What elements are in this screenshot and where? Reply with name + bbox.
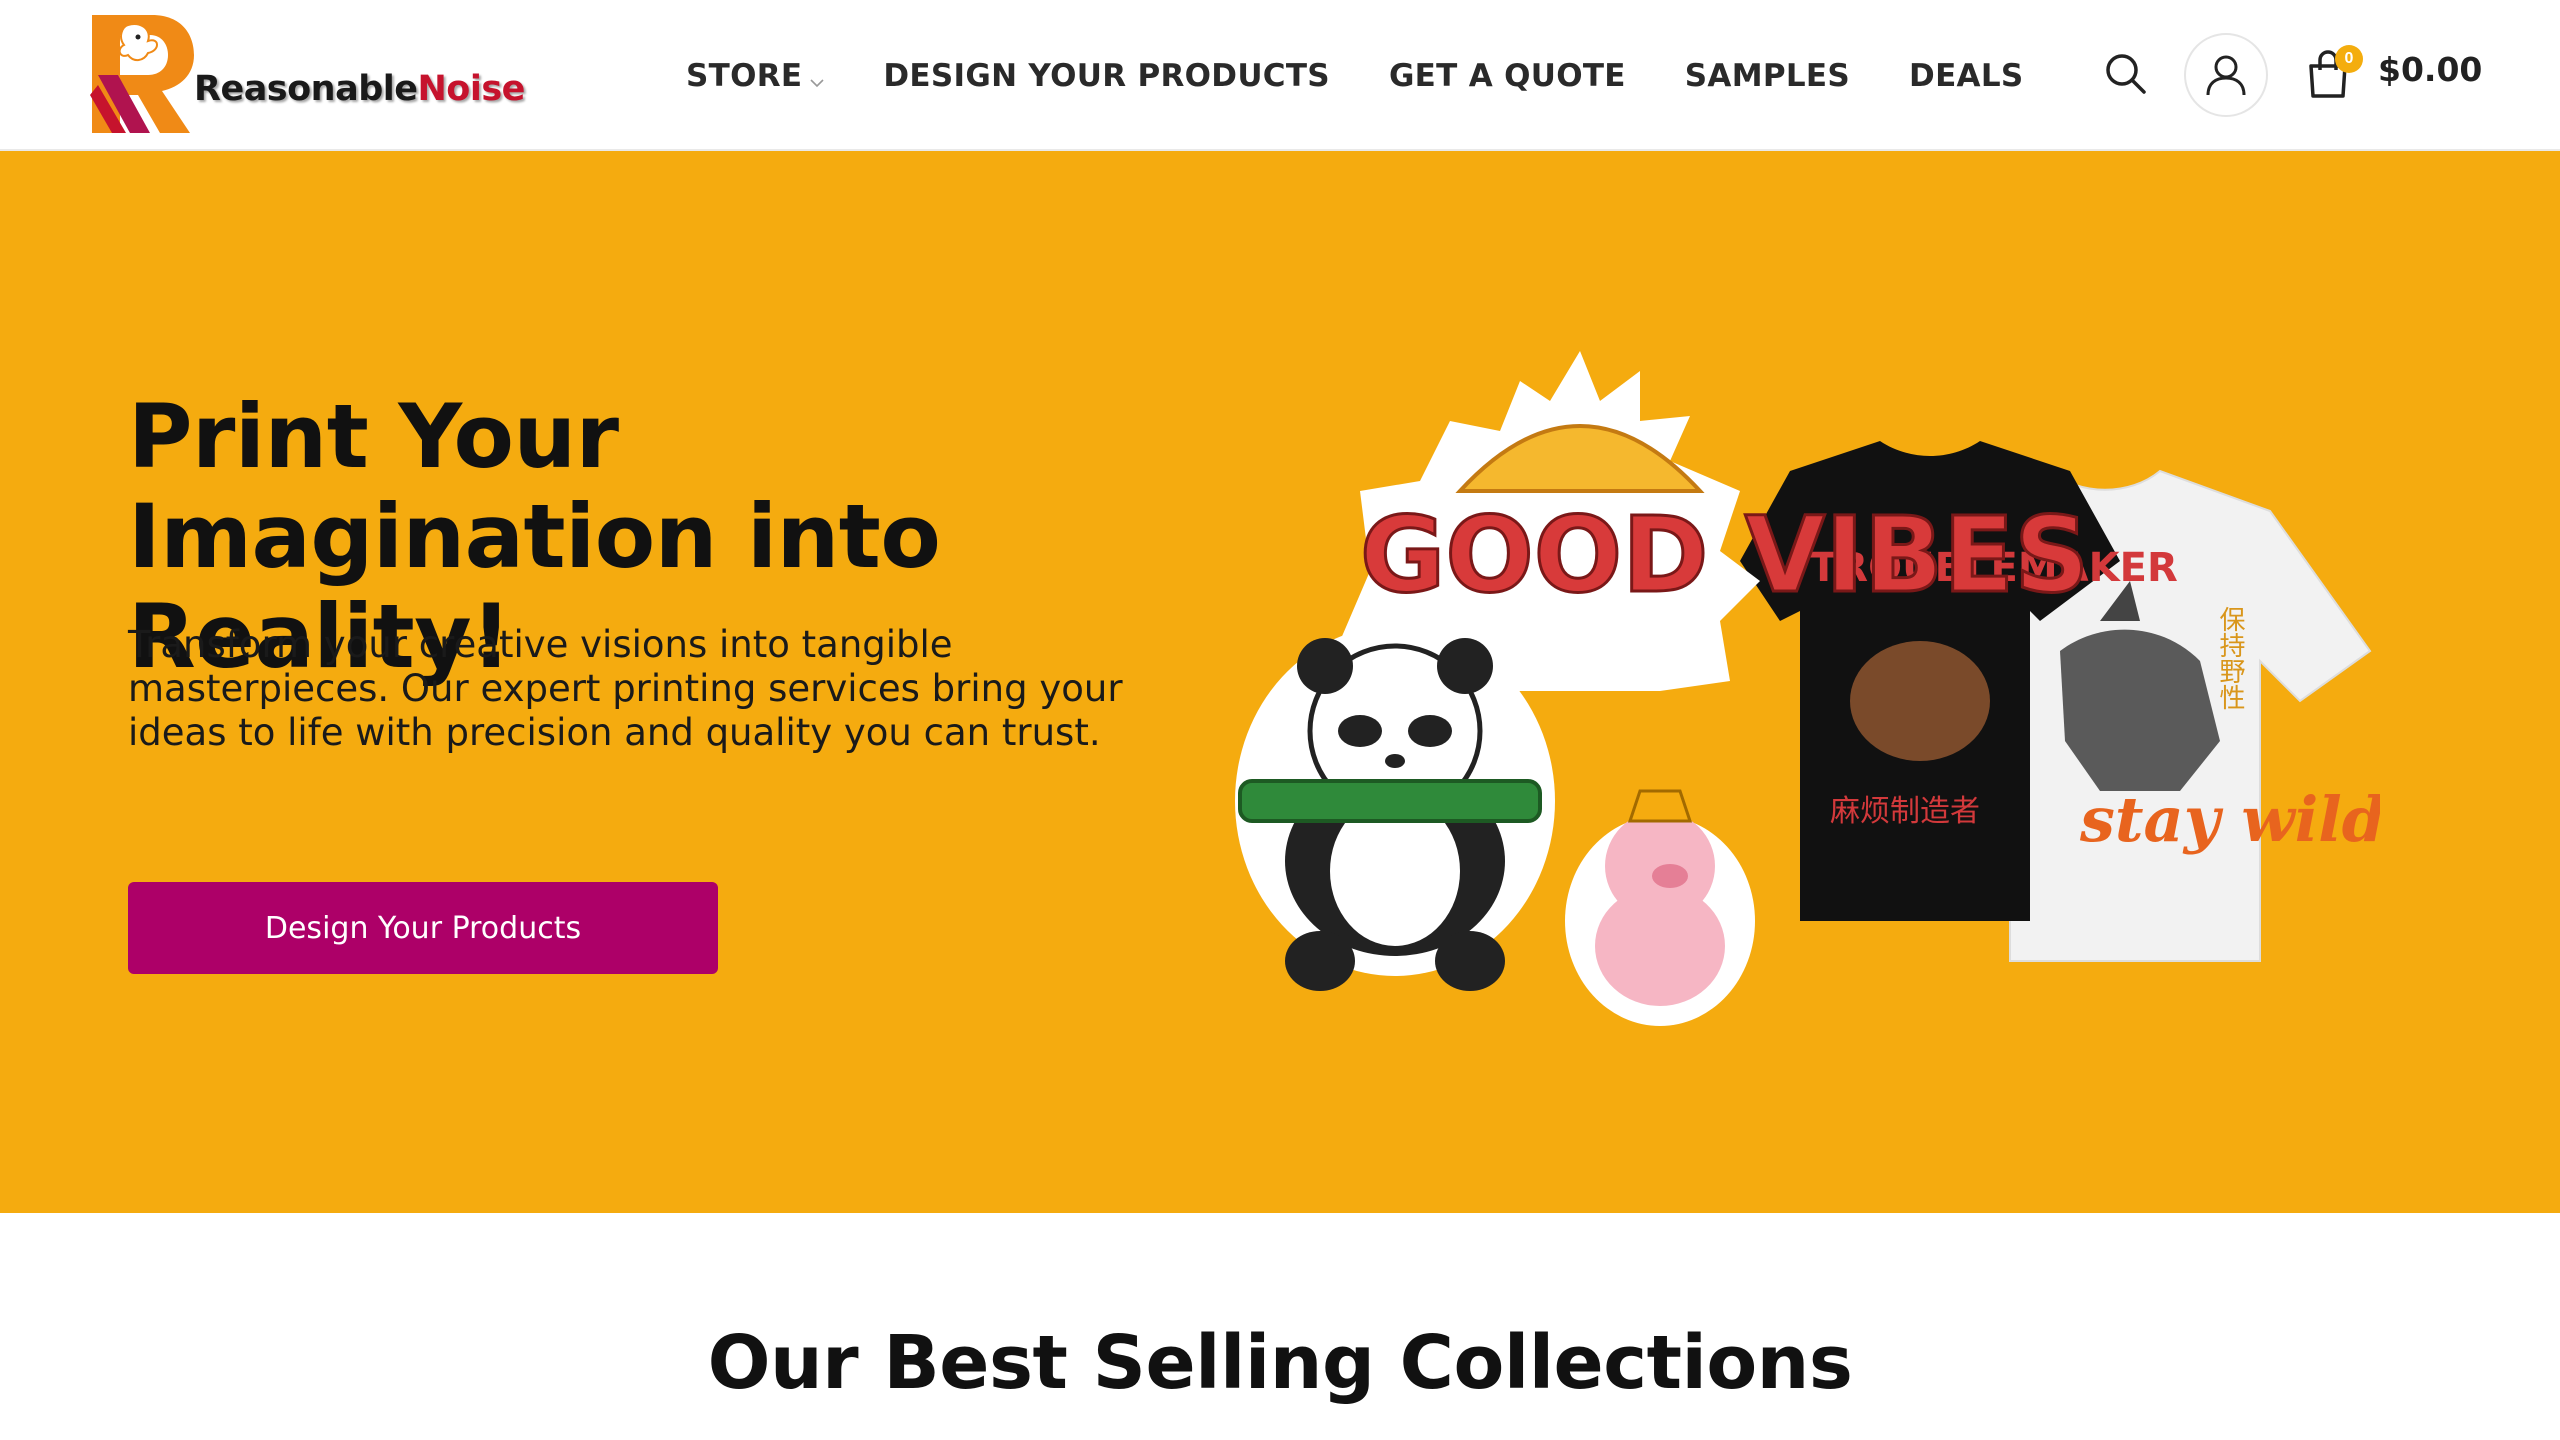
nav-item-store[interactable]: STORE xyxy=(686,56,824,96)
shirt-print-chinese-2: 保持野性 xyxy=(2215,606,2245,710)
pig-sticker xyxy=(1565,789,1755,1026)
logo-mark-icon xyxy=(90,15,200,133)
nav-item-get-a-quote[interactable]: GET A QUOTE xyxy=(1389,58,1626,94)
nav-item-label: GET A QUOTE xyxy=(1388,57,1626,94)
brand-name-part2: Noise xyxy=(417,69,526,109)
site-header: ReasonableNoise STORE DESIGN YOUR PRODUC… xyxy=(0,0,2560,151)
cart-count-badge: 0 xyxy=(2335,45,2363,73)
nav-item-label: DESIGN YOUR PRODUCTS xyxy=(883,57,1330,94)
nav-item-deals[interactable]: DEALS xyxy=(1909,58,2023,94)
account-button[interactable] xyxy=(2184,33,2268,117)
nav-item-label: DEALS xyxy=(1909,57,2024,94)
nav-item-samples[interactable]: SAMPLES xyxy=(1685,58,1850,94)
cart-total[interactable]: $0.00 xyxy=(2378,50,2482,89)
chevron-down-icon xyxy=(810,60,824,96)
hero-product-illustration: stay wild 保持野性 TROUBLEMAKER 麻烦制造者 GOOD V… xyxy=(1220,321,2385,1121)
best-selling-section-title: Our Best Selling Collections xyxy=(707,1320,1853,1406)
hero-banner: Print Your Imagination into Reality! Tra… xyxy=(0,151,2560,1213)
panda-sticker xyxy=(1235,626,1555,991)
brand-name: ReasonableNoise xyxy=(194,69,525,109)
shirt-print-stay-wild: stay wild xyxy=(2079,783,2380,856)
shirt-print-chinese-1: 麻烦制造者 xyxy=(1830,794,1980,829)
brand-logo[interactable]: ReasonableNoise xyxy=(90,14,525,134)
hero-description: Transform your creative visions into tan… xyxy=(128,623,1123,754)
design-your-products-button[interactable]: Design Your Products xyxy=(128,882,718,974)
nav-item-design-your-products[interactable]: DESIGN YOUR PRODUCTS xyxy=(883,58,1330,94)
good-vibes-text: GOOD VIBES xyxy=(1360,494,2089,616)
brand-name-part1: Reasonable xyxy=(194,69,418,109)
user-icon xyxy=(2206,55,2246,96)
nav-item-label: STORE xyxy=(686,57,803,94)
main-nav: STORE DESIGN YOUR PRODUCTS GET A QUOTE S… xyxy=(686,0,2024,151)
search-icon[interactable] xyxy=(2104,52,2148,96)
nav-item-label: SAMPLES xyxy=(1684,57,1851,94)
